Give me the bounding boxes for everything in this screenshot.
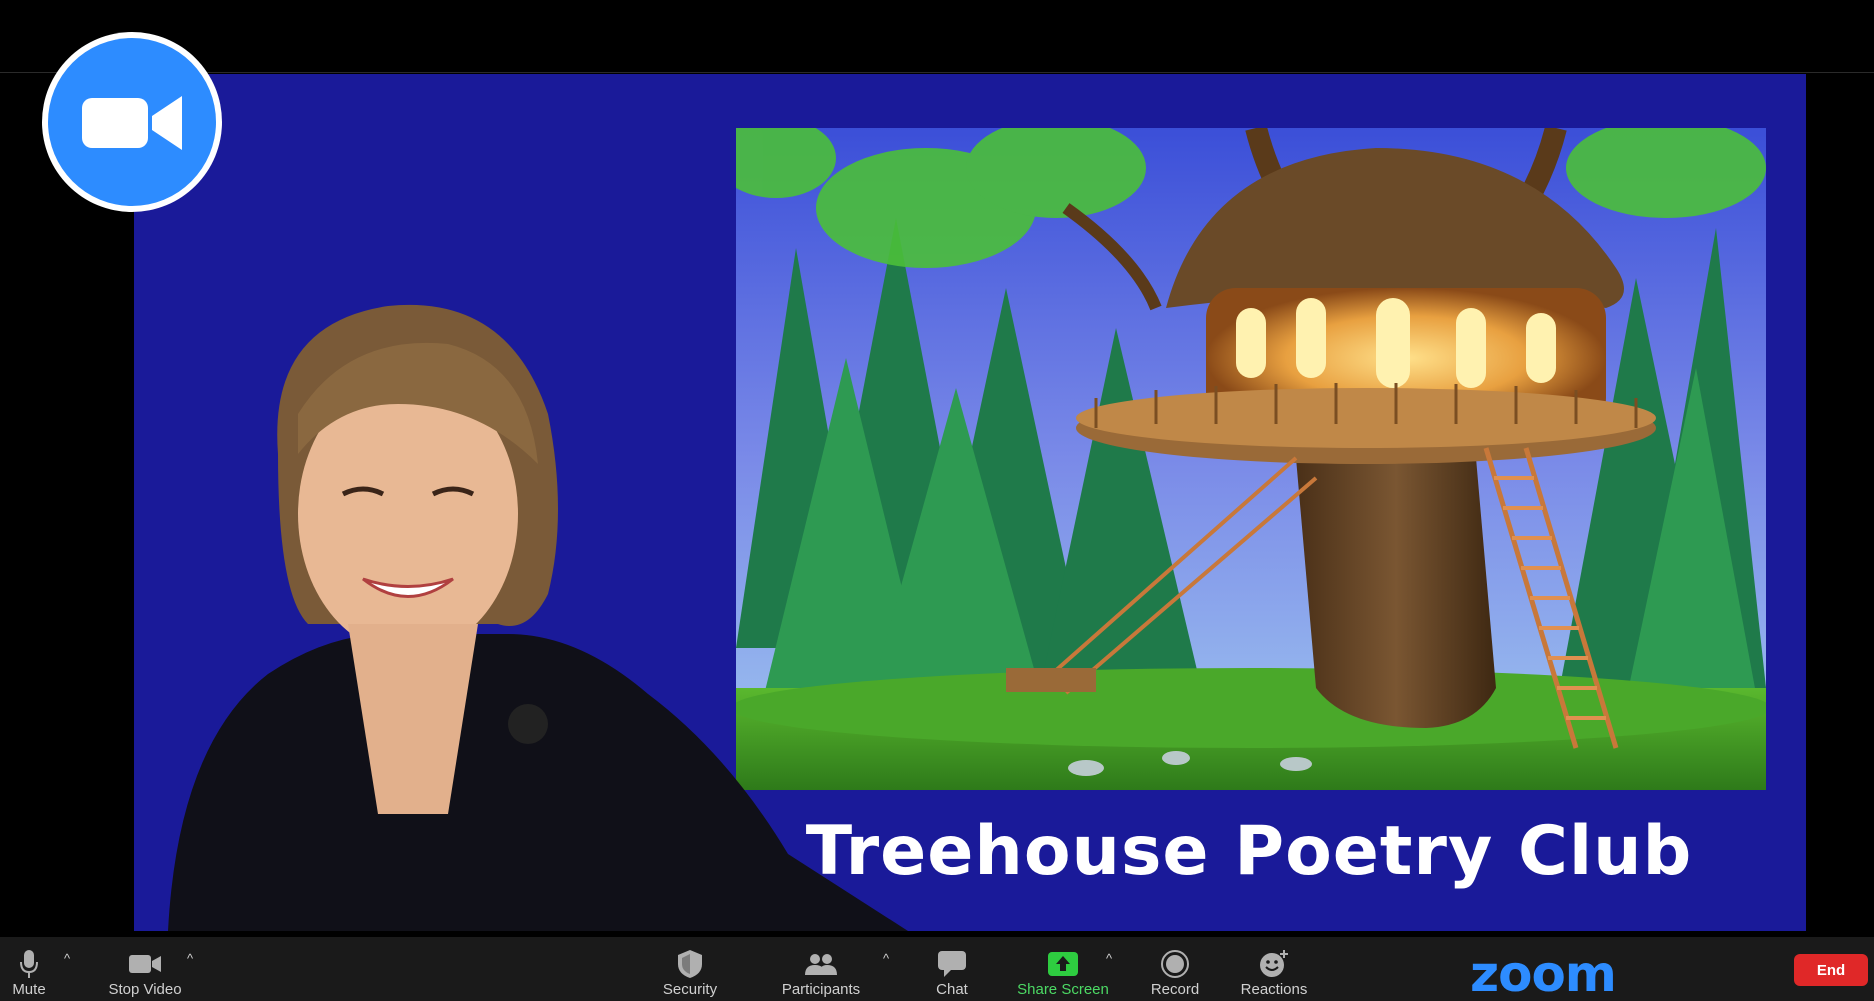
zoom-meeting-window: Treehouse Poetry Club Mute ^ Stop Video … xyxy=(0,0,1874,1001)
reactions-label: Reactions xyxy=(1240,981,1308,998)
security-button[interactable]: Security xyxy=(650,937,730,1001)
people-icon xyxy=(805,954,837,975)
video-camera-icon xyxy=(82,96,182,150)
share-arrow-icon xyxy=(1048,952,1078,976)
share-screen-label: Share Screen xyxy=(1017,981,1109,998)
chat-label: Chat xyxy=(936,981,968,998)
microphone-icon xyxy=(20,950,38,978)
share-screen-button[interactable]: Share Screen xyxy=(1012,937,1114,1001)
participants-options-caret[interactable]: ^ xyxy=(879,951,893,966)
participants-label: Participants xyxy=(781,981,861,998)
video-camera-icon xyxy=(129,955,161,973)
presenter-video xyxy=(168,304,908,931)
mute-options-caret[interactable]: ^ xyxy=(60,951,74,966)
zoom-logo: zoom xyxy=(1470,945,1617,1001)
record-icon xyxy=(1161,950,1189,978)
reactions-button[interactable]: Reactions xyxy=(1238,937,1310,1001)
stop-video-button[interactable]: Stop Video xyxy=(100,937,190,1001)
participants-button[interactable]: Participants xyxy=(775,937,867,1001)
stop-video-label: Stop Video xyxy=(108,981,182,998)
smiley-plus-icon xyxy=(1260,950,1288,977)
share-options-caret[interactable]: ^ xyxy=(1102,951,1116,966)
shield-icon xyxy=(678,950,702,978)
top-divider xyxy=(0,72,1874,73)
record-button[interactable]: Record xyxy=(1144,937,1206,1001)
meeting-toolbar: Mute ^ Stop Video ^ Security Participant… xyxy=(0,937,1874,1001)
end-meeting-button[interactable]: End xyxy=(1794,954,1868,986)
video-options-caret[interactable]: ^ xyxy=(183,951,197,966)
speaker-video: Treehouse Poetry Club xyxy=(134,74,1806,931)
security-label: Security xyxy=(662,981,718,998)
mute-button[interactable]: Mute xyxy=(0,937,58,1001)
chat-button[interactable]: Chat xyxy=(922,937,982,1001)
mute-label: Mute xyxy=(12,981,46,998)
zoom-app-badge xyxy=(42,32,222,212)
chat-bubble-icon xyxy=(938,951,966,977)
record-label: Record xyxy=(1150,981,1200,998)
